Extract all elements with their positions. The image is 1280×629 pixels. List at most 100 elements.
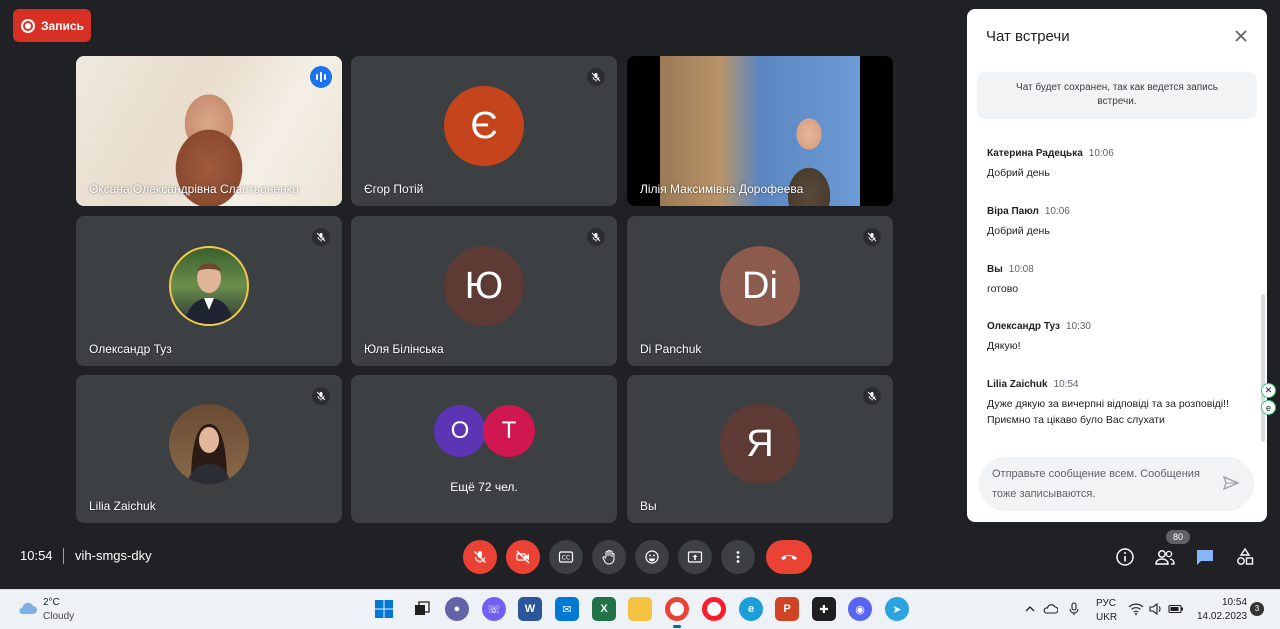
- volume-icon[interactable]: [1148, 601, 1164, 617]
- word-icon[interactable]: W: [518, 597, 542, 621]
- mic-toggle-button[interactable]: [463, 540, 497, 574]
- leave-call-button[interactable]: [766, 540, 812, 574]
- chat-title: Чат встречи: [986, 28, 1070, 45]
- raise-hand-button[interactable]: [592, 540, 626, 574]
- mic-off-icon: [474, 551, 486, 563]
- excel-icon[interactable]: X: [592, 597, 616, 621]
- message-time: 10:08: [1008, 264, 1034, 275]
- avatar: Є: [444, 86, 524, 166]
- captions-button[interactable]: CC: [549, 540, 583, 574]
- close-icon[interactable]: [1231, 26, 1251, 46]
- participant-name: Лілія Максимівна Дорофеева: [640, 182, 804, 196]
- chat-message: Lilia Zaichuk 10:54 Дуже дякую за вичерпн…: [987, 378, 1249, 428]
- camera-off-icon: [516, 550, 530, 564]
- record-icon: [21, 18, 35, 33]
- more-participants-label: Ещё 72 чел.: [450, 480, 518, 494]
- participant-tile-oksana[interactable]: Оксана Олександрівна Сластьоненко: [76, 56, 342, 206]
- telegram-icon[interactable]: ➤: [885, 597, 909, 621]
- windows-start-icon[interactable]: [372, 597, 396, 621]
- more-options-button[interactable]: [721, 540, 755, 574]
- cloud-icon[interactable]: [16, 600, 38, 616]
- message-text: Добрий день: [987, 167, 1050, 179]
- clock-date[interactable]: 14.02.2023: [1197, 611, 1247, 622]
- speaking-indicator-icon: [310, 66, 332, 88]
- opera-icon[interactable]: [702, 597, 726, 621]
- chat-scrollbar[interactable]: [1261, 294, 1265, 442]
- onedrive-cloud-icon[interactable]: [1042, 601, 1058, 617]
- gamepad-icon[interactable]: ✚: [812, 597, 836, 621]
- wifi-icon[interactable]: [1128, 601, 1144, 617]
- mic-off-icon: [312, 228, 330, 246]
- powerpoint-icon[interactable]: P: [775, 597, 799, 621]
- weather-temperature[interactable]: 2°C: [43, 597, 60, 608]
- chrome-icon[interactable]: [665, 597, 689, 621]
- participant-name: Оксана Олександрівна Сластьоненко: [89, 182, 299, 196]
- participant-tile-yehor[interactable]: Є Єгор Потій: [351, 56, 617, 206]
- avatar: Ю: [444, 246, 524, 326]
- participant-tile-yulia[interactable]: Ю Юля Білінська: [351, 216, 617, 366]
- message-time: 10:06: [1088, 148, 1114, 159]
- file-explorer-icon[interactable]: [628, 597, 652, 621]
- message-text: готово: [987, 283, 1019, 295]
- weather-description[interactable]: Cloudy: [43, 611, 74, 622]
- chevron-up-icon[interactable]: [1022, 601, 1038, 617]
- active-app-indicator: [673, 625, 681, 628]
- send-icon[interactable]: [1222, 474, 1240, 492]
- participant-tile-di[interactable]: Di Di Panchuk: [627, 216, 893, 366]
- participant-tile-liliia[interactable]: Лілія Максимівна Дорофеева: [627, 56, 893, 206]
- avatar-initial: Є: [470, 104, 498, 147]
- more-participants-tile[interactable]: О Т Ещё 72 чел.: [351, 375, 617, 523]
- task-view-icon[interactable]: [410, 597, 434, 621]
- meeting-time: 10:54: [20, 548, 53, 563]
- teams-icon[interactable]: ●: [445, 597, 469, 621]
- participant-tile-self[interactable]: Я Вы: [627, 375, 893, 523]
- clock-time[interactable]: 10:54: [1222, 597, 1247, 608]
- mail-icon[interactable]: ✉: [555, 597, 579, 621]
- participant-tile-lilia[interactable]: Lilia Zaichuk: [76, 375, 342, 523]
- avatar: Di: [720, 246, 800, 326]
- hang-up-icon: [781, 555, 797, 560]
- meeting-info-button[interactable]: [1113, 545, 1137, 569]
- message-author: Lilia Zaichuk: [987, 379, 1048, 390]
- avatar-initial: Di: [742, 264, 778, 307]
- activities-button[interactable]: [1233, 545, 1257, 569]
- participant-name: Di Panchuk: [640, 342, 702, 356]
- participants-button[interactable]: [1153, 545, 1177, 569]
- message-author: Віра Паюл: [987, 206, 1039, 217]
- message-author: Олександр Туз: [987, 321, 1060, 332]
- avatar: [169, 246, 249, 326]
- viber-icon[interactable]: ☏: [482, 597, 506, 621]
- discord-icon[interactable]: ◉: [848, 597, 872, 621]
- input-language-bottom[interactable]: UKR: [1096, 612, 1117, 623]
- avatar: [169, 404, 249, 484]
- chat-button[interactable]: [1193, 545, 1217, 569]
- participant-name: Олександр Туз: [89, 342, 172, 356]
- extension-icon[interactable]: e: [1261, 400, 1276, 415]
- chat-message-input[interactable]: Отправьте сообщение всем. Сообщения тоже…: [979, 457, 1254, 511]
- participant-tile-oleksandr[interactable]: Олександр Туз: [76, 216, 342, 366]
- chat-message: Вы 10:08 готово: [987, 263, 1249, 297]
- present-icon: [687, 551, 703, 563]
- edge-icon[interactable]: e: [739, 597, 763, 621]
- close-icon[interactable]: ✕: [1261, 383, 1276, 398]
- present-screen-button[interactable]: [678, 540, 712, 574]
- participant-name: Lilia Zaichuk: [89, 499, 156, 513]
- participant-bubble: О: [434, 405, 486, 457]
- mic-off-icon: [312, 387, 330, 405]
- chat-icon: [1197, 550, 1213, 565]
- svg-text:CC: CC: [562, 555, 570, 562]
- recording-button[interactable]: Запись: [13, 9, 91, 42]
- notification-count-badge[interactable]: 3: [1250, 602, 1264, 616]
- microphone-icon[interactable]: [1066, 601, 1082, 617]
- participant-name: Вы: [640, 499, 657, 513]
- message-text: Дякую!: [987, 340, 1021, 352]
- mic-off-icon: [587, 68, 605, 86]
- battery-icon[interactable]: [1168, 601, 1184, 617]
- shapes-icon: [1237, 547, 1254, 565]
- camera-toggle-button[interactable]: [506, 540, 540, 574]
- input-language-top[interactable]: РУС: [1096, 598, 1116, 609]
- participant-bubble: Т: [483, 405, 535, 457]
- avatar-initial: Ю: [464, 264, 504, 307]
- reactions-button[interactable]: [635, 540, 669, 574]
- message-time: 10:54: [1053, 379, 1079, 390]
